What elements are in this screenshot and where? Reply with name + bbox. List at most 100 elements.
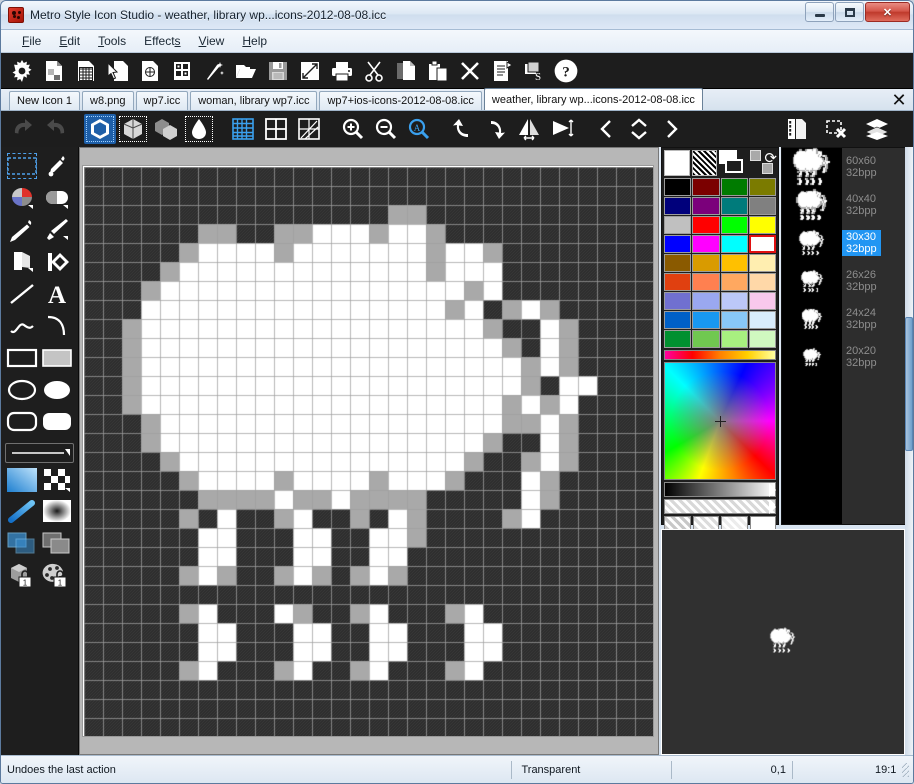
brush-tool[interactable] [41,215,75,245]
color-swatch[interactable] [749,254,776,272]
menu-item-tools[interactable]: Tools [89,31,135,51]
save-disk-icon[interactable] [263,56,293,86]
menu-item-help[interactable]: Help [233,31,276,51]
rectangle-outline-tool[interactable] [5,343,39,373]
color-swatch[interactable] [664,311,691,329]
color-swatch[interactable] [749,197,776,215]
color-swatch[interactable] [664,178,691,196]
checker-pattern-tool[interactable] [41,465,75,495]
fg-bg-overlap-icon[interactable] [719,150,748,176]
color-swatch[interactable] [692,197,719,215]
minimize-button[interactable] [805,2,834,22]
copy-icon[interactable] [391,56,421,86]
layer-transparent-tool[interactable] [5,529,39,559]
cube-stack-icon[interactable] [150,114,182,144]
color-swatch[interactable] [664,292,691,310]
redo-icon[interactable] [40,114,72,144]
lock-palette-tool[interactable]: 1 [41,561,75,591]
new-grid-icon[interactable] [71,56,101,86]
color-swatch[interactable] [721,273,748,291]
background-transparent-swatch[interactable] [692,150,718,176]
undo-icon[interactable] [7,114,39,144]
pencil-tool[interactable] [5,215,39,245]
color-swatch[interactable] [664,273,691,291]
color-swatch[interactable] [721,178,748,196]
color-swatch[interactable] [664,197,691,215]
color-swatch[interactable] [664,330,691,348]
menu-item-effects[interactable]: Effects [135,31,189,51]
screen-capture-icon[interactable]: S [519,56,549,86]
document-tab[interactable]: New Icon 1 [9,91,80,110]
zoom-actual-icon[interactable]: A [403,114,435,144]
color-swatch[interactable] [692,273,719,291]
color-swatch[interactable] [749,330,776,348]
linear-gradient-tool[interactable] [5,465,39,495]
print-icon[interactable] [327,56,357,86]
color-swatch[interactable] [749,273,776,291]
menu-item-edit[interactable]: Edit [50,31,89,51]
size-list-item[interactable]: 30x3032bpp [782,224,906,262]
text-tool[interactable]: A [41,279,75,309]
gradient-diamond-tool[interactable] [41,247,75,277]
color-swatch[interactable] [721,235,748,253]
open-folder-icon[interactable] [231,56,261,86]
droplet-icon[interactable] [183,114,215,144]
color-swatch[interactable] [721,292,748,310]
alpha-slider[interactable] [664,499,776,514]
color-swatch[interactable] [692,216,719,234]
color-swatch[interactable] [721,216,748,234]
foreground-color-swatch[interactable] [664,150,690,176]
size-list-item[interactable]: 20x2032bpp [782,338,906,376]
freehand-curve-tool[interactable] [5,311,39,341]
pixel-grid-canvas[interactable] [84,167,654,737]
flip-horizontal-icon[interactable] [513,114,545,144]
color-swatch[interactable] [721,311,748,329]
grid-blue-icon[interactable] [227,114,259,144]
lock-shape-tool[interactable]: 1 [5,561,39,591]
size-list-item[interactable]: 40x4032bpp [782,186,906,224]
next-arrow-icon[interactable] [656,114,688,144]
flip-vertical-icon[interactable] [546,114,578,144]
document-tab[interactable]: woman, library wp7.icc [190,91,317,110]
size-list-item[interactable]: 26x2632bpp [782,262,906,300]
paint-bucket-tool[interactable] [5,247,39,277]
help-question-icon[interactable]: ? [551,56,581,86]
ellipse-outline-tool[interactable] [5,375,39,405]
size-list-item[interactable]: 24x2432bpp [782,300,906,338]
right-scrollbar[interactable] [905,147,913,755]
color-swatch[interactable] [721,330,748,348]
diagonal-grid-icon[interactable] [293,114,325,144]
scrollbar-thumb[interactable] [905,317,913,451]
line-tool[interactable] [5,279,39,309]
color-swatch[interactable] [749,235,776,253]
paste-icon[interactable] [423,56,453,86]
cube-3d-icon[interactable] [84,114,116,144]
zoom-out-icon[interactable] [370,114,402,144]
menu-item-view[interactable]: View [190,31,234,51]
swap-colors-icon[interactable]: ⟳ [750,150,776,176]
new-image-icon[interactable] [39,56,69,86]
new-icon-burst-icon[interactable] [7,56,37,86]
rotate-right-icon[interactable] [480,114,512,144]
pixel-canvas[interactable] [82,165,654,737]
cube-outline-icon[interactable] [117,114,149,144]
eyedropper-tool[interactable] [41,151,75,181]
arc-curve-tool[interactable] [41,311,75,341]
color-swatch[interactable] [692,330,719,348]
color-swatch[interactable] [721,197,748,215]
zoom-in-icon[interactable] [337,114,369,144]
filmstrip-icon[interactable] [781,114,813,144]
save-as-icon[interactable] [295,56,325,86]
color-swatch[interactable] [692,254,719,272]
color-swatch[interactable] [692,311,719,329]
magic-wand-icon[interactable] [199,56,229,86]
color-swatch[interactable] [664,216,691,234]
color-swatch[interactable] [749,292,776,310]
ellipse-filled-tool[interactable] [41,375,75,405]
icon-library-icon[interactable] [167,56,197,86]
color-wheel-picker[interactable] [664,362,776,480]
color-swatch[interactable] [749,178,776,196]
color-swatch[interactable] [692,235,719,253]
rectangle-select-tool[interactable] [5,151,39,181]
layers-icon[interactable] [861,114,893,144]
